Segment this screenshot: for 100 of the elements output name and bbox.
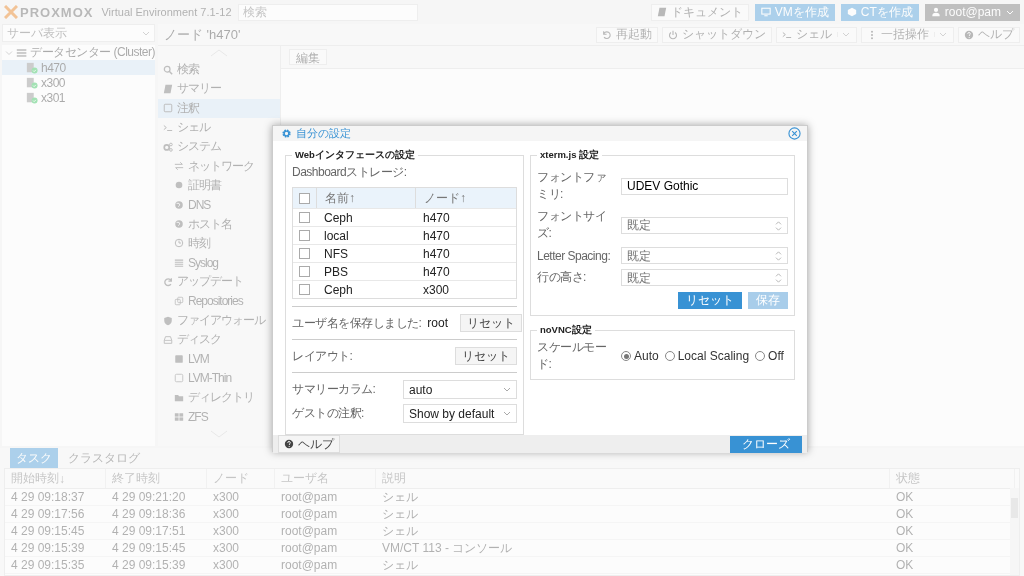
nav-item[interactable]: LVM-Thin <box>158 368 280 389</box>
gear-icon <box>281 128 292 139</box>
reset-button[interactable]: リセット <box>455 347 517 365</box>
toolbar-button[interactable]: 再起動 <box>596 26 658 43</box>
table-cell-text: x300 <box>212 490 241 504</box>
tree-item[interactable]: データセンター (Cluster) <box>2 45 155 60</box>
folder-icon <box>174 392 184 403</box>
field-label: ユーザ名を保存しました: <box>292 314 422 332</box>
nav-item[interactable]: ZFS <box>158 407 280 427</box>
gears-icon <box>163 141 173 152</box>
clock-icon <box>174 238 184 249</box>
field-label: Dashboardストレージ: <box>292 164 408 181</box>
terminal-icon <box>782 29 792 40</box>
cube-icon <box>846 7 857 17</box>
field-label: ゲストの注釈: <box>292 405 365 422</box>
nav-item[interactable]: LVM <box>158 349 280 369</box>
header-button[interactable]: root@pam <box>924 3 1020 21</box>
table-cell-text: シェル <box>381 505 419 523</box>
table-cell-text: 4 29 09:21:20 <box>111 490 187 504</box>
panel-tab[interactable]: タスク <box>10 447 58 469</box>
header-button[interactable]: CTを作成 <box>840 3 919 21</box>
table-cell-text: root@pam <box>280 558 339 572</box>
table-cell-text: NFS <box>323 246 349 261</box>
checkbox[interactable] <box>299 284 310 295</box>
spinner-arrows-icon <box>775 220 782 231</box>
table-cell-text: OK <box>895 490 915 504</box>
dialog-title: 自分の設定 <box>296 126 351 141</box>
view-select[interactable]: サーバ表示 <box>2 24 155 42</box>
server-rack-icon <box>16 46 28 59</box>
list-icon <box>174 257 184 268</box>
help-icon <box>284 439 294 449</box>
field-label: フォントファミリ: <box>537 169 607 203</box>
table-cell-text: h470 <box>422 264 451 279</box>
column-header[interactable]: 名前↑ <box>316 188 415 208</box>
nav-item[interactable]: Syslog <box>158 252 280 273</box>
caret-icon <box>934 32 948 37</box>
nav-item[interactable]: 時刻 <box>158 233 280 253</box>
fieldset-legend: Webインタフェースの設定 <box>292 149 418 162</box>
search-icon <box>163 64 173 75</box>
spinner-arrows-icon <box>775 251 782 261</box>
table-cell-text: 4 29 09:17:56 <box>10 507 86 521</box>
caret-icon <box>837 32 851 37</box>
table-cell-text: シェル <box>381 488 419 506</box>
edit-button[interactable]: 編集 <box>289 49 327 65</box>
checkbox[interactable] <box>299 192 310 204</box>
radio-option[interactable]: Local Scaling <box>664 349 750 363</box>
tree-item[interactable]: h470 <box>2 60 155 75</box>
square-icon <box>174 373 184 384</box>
close-button[interactable]: クローズ <box>730 435 802 453</box>
text-field[interactable]: UDEV Gothic <box>621 177 788 195</box>
radio-option[interactable]: Off <box>755 349 784 363</box>
spinner-arrows-icon <box>775 273 782 283</box>
table-cell-text: x300 <box>422 282 451 297</box>
monitor-icon <box>760 7 771 17</box>
close-icon[interactable] <box>788 127 801 140</box>
radio-option[interactable]: Auto <box>621 349 659 363</box>
drive-icon <box>163 334 173 345</box>
table-cell-text: OK <box>895 524 915 538</box>
action-button[interactable]: リセット <box>678 292 742 309</box>
logo: PROXMOX <box>4 4 94 20</box>
power-icon <box>668 29 678 40</box>
copy-icon <box>174 296 184 307</box>
reset-button[interactable]: リセット <box>460 314 523 332</box>
globe-icon <box>174 199 184 210</box>
header-button[interactable]: VMを作成 <box>754 3 835 21</box>
nav-item[interactable]: 注釈 <box>158 98 280 118</box>
caret-icon <box>503 411 511 416</box>
column-header[interactable]: ノード↑ <box>415 188 516 208</box>
field-label: フォントサイズ: <box>537 208 607 242</box>
select-field[interactable]: auto <box>403 380 517 399</box>
shield-icon <box>163 315 173 326</box>
fieldset-legend: xterm.js 設定 <box>537 149 603 162</box>
user-icon <box>930 7 941 17</box>
nav-item[interactable]: DNS <box>158 195 280 215</box>
table-cell-text: PBS <box>323 264 349 279</box>
tree-item[interactable]: x301 <box>2 90 155 105</box>
nav-item[interactable]: Repositories <box>158 291 280 311</box>
select-field[interactable]: Show by default <box>403 404 517 423</box>
checkbox[interactable] <box>299 266 310 277</box>
caret-icon <box>1006 9 1014 15</box>
table-cell-text: OK <box>895 507 915 521</box>
product-version: Virtual Environment 7.1-12 <box>101 6 232 18</box>
checkbox[interactable] <box>299 212 310 223</box>
checkbox[interactable] <box>299 230 310 241</box>
spinner-field[interactable]: 既定 <box>621 247 788 264</box>
help-button[interactable]: ヘルプ <box>278 435 340 453</box>
fieldset-legend: noVNC設定 <box>537 324 595 337</box>
checkbox[interactable] <box>299 248 310 259</box>
refresh-icon <box>163 276 173 287</box>
table-cell-text: root@pam <box>280 541 339 555</box>
table-cell-text: OK <box>895 541 915 555</box>
spinner-field[interactable]: 既定 <box>621 216 788 234</box>
field-label: スケールモード: <box>537 339 607 373</box>
grid-icon <box>174 412 184 422</box>
nav-item[interactable]: 検索 <box>158 60 280 80</box>
nav-item[interactable]: サマリー <box>158 79 280 99</box>
table-cell-text: Ceph <box>323 282 354 297</box>
tree-item[interactable]: x300 <box>2 75 155 90</box>
spinner-field[interactable]: 既定 <box>621 269 788 286</box>
table-cell-text: h470 <box>422 228 451 243</box>
